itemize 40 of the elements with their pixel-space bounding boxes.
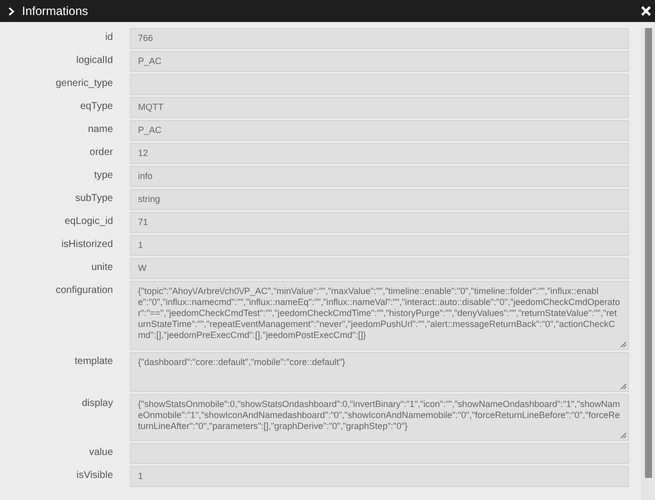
input-field[interactable] [130,74,629,95]
input-field[interactable]: 71 [130,212,629,233]
field-label: template [74,355,113,367]
resize-handle-icon[interactable] [620,341,627,348]
field-label: name [86,123,113,135]
input-field[interactable]: info [130,166,629,187]
scrollbar[interactable] [641,28,655,500]
window-title: Informations [22,4,90,18]
field-label: unite [90,261,113,273]
input-field[interactable]: W [130,258,629,279]
field-label: eqLogic_id [64,215,113,227]
field-label: isVisible [76,469,113,481]
input-field[interactable] [130,443,629,464]
field-label: display [80,397,113,409]
input-field[interactable]: 1 [130,235,629,256]
field-label: configuration [54,284,113,296]
field-label: logicalId [75,54,113,66]
text-area[interactable]: {"showStatsOnmobile":0,"showStatsOndashboard":0,"invertBinary":"1","icon":"","showNameOndashboard":"1","showNameOnmobile":"1","showIconAndNamedashboard":"0","showIconAndNamemobile":"0","forceReturnLineBefore":"0","forceReturnLineAfter":"0","parameters":[],"graphDerive":"0","graphStep":"0"} [130,394,629,441]
input-field[interactable]: string [130,189,629,210]
input-field[interactable]: P_AC [130,120,629,141]
field-label: subType [74,192,113,204]
field-label: id [104,31,113,43]
input-field[interactable]: MQTT [130,97,629,118]
chevron-icon[interactable] [8,6,15,16]
scrollbar-thumb[interactable] [645,28,652,478]
resize-handle-icon[interactable] [620,383,627,390]
field-label: isHistorized [60,238,113,250]
field-label: eqType [79,100,113,112]
input-field[interactable]: P_AC [130,51,629,72]
resize-handle-icon[interactable] [620,432,627,439]
text-area[interactable]: {"topic":"Ahoy\/Arbre\/ch0\/P_AC","minValue":"","maxValue":"","timeline::enable":"0","timeline::folder":"","influx::enable":"0","influx::namecmd":"","influx::nameEq":"","influx::nameVal":"","interact::auto::disable":"0","jeedomCheckCmdOperator":"==","jeedomCheckCmdTest":"","jeedomCheckCmdTime":"","historyPurge":"","denyValues":"","returnStateValue":"","returnStateTime":"","repeatEventManagement":"never","jeedomPushUrl":"","alert::messageReturnBack":"0","actionCheckCmd":[],"jeedomPreExecCmd":[],"jeedomPostExecCmd":[]} [130,281,629,350]
text-area[interactable]: {"dashboard":"core::default","mobile":"core::default"} [130,352,629,392]
field-label: generic_type [54,77,113,89]
input-field[interactable]: 12 [130,143,629,164]
input-field[interactable]: 1 [130,466,629,487]
input-field[interactable]: 766 [130,28,629,49]
field-label: order [88,146,113,158]
field-label: value [88,446,113,458]
close-icon[interactable] [641,6,651,16]
field-label: type [93,169,113,181]
